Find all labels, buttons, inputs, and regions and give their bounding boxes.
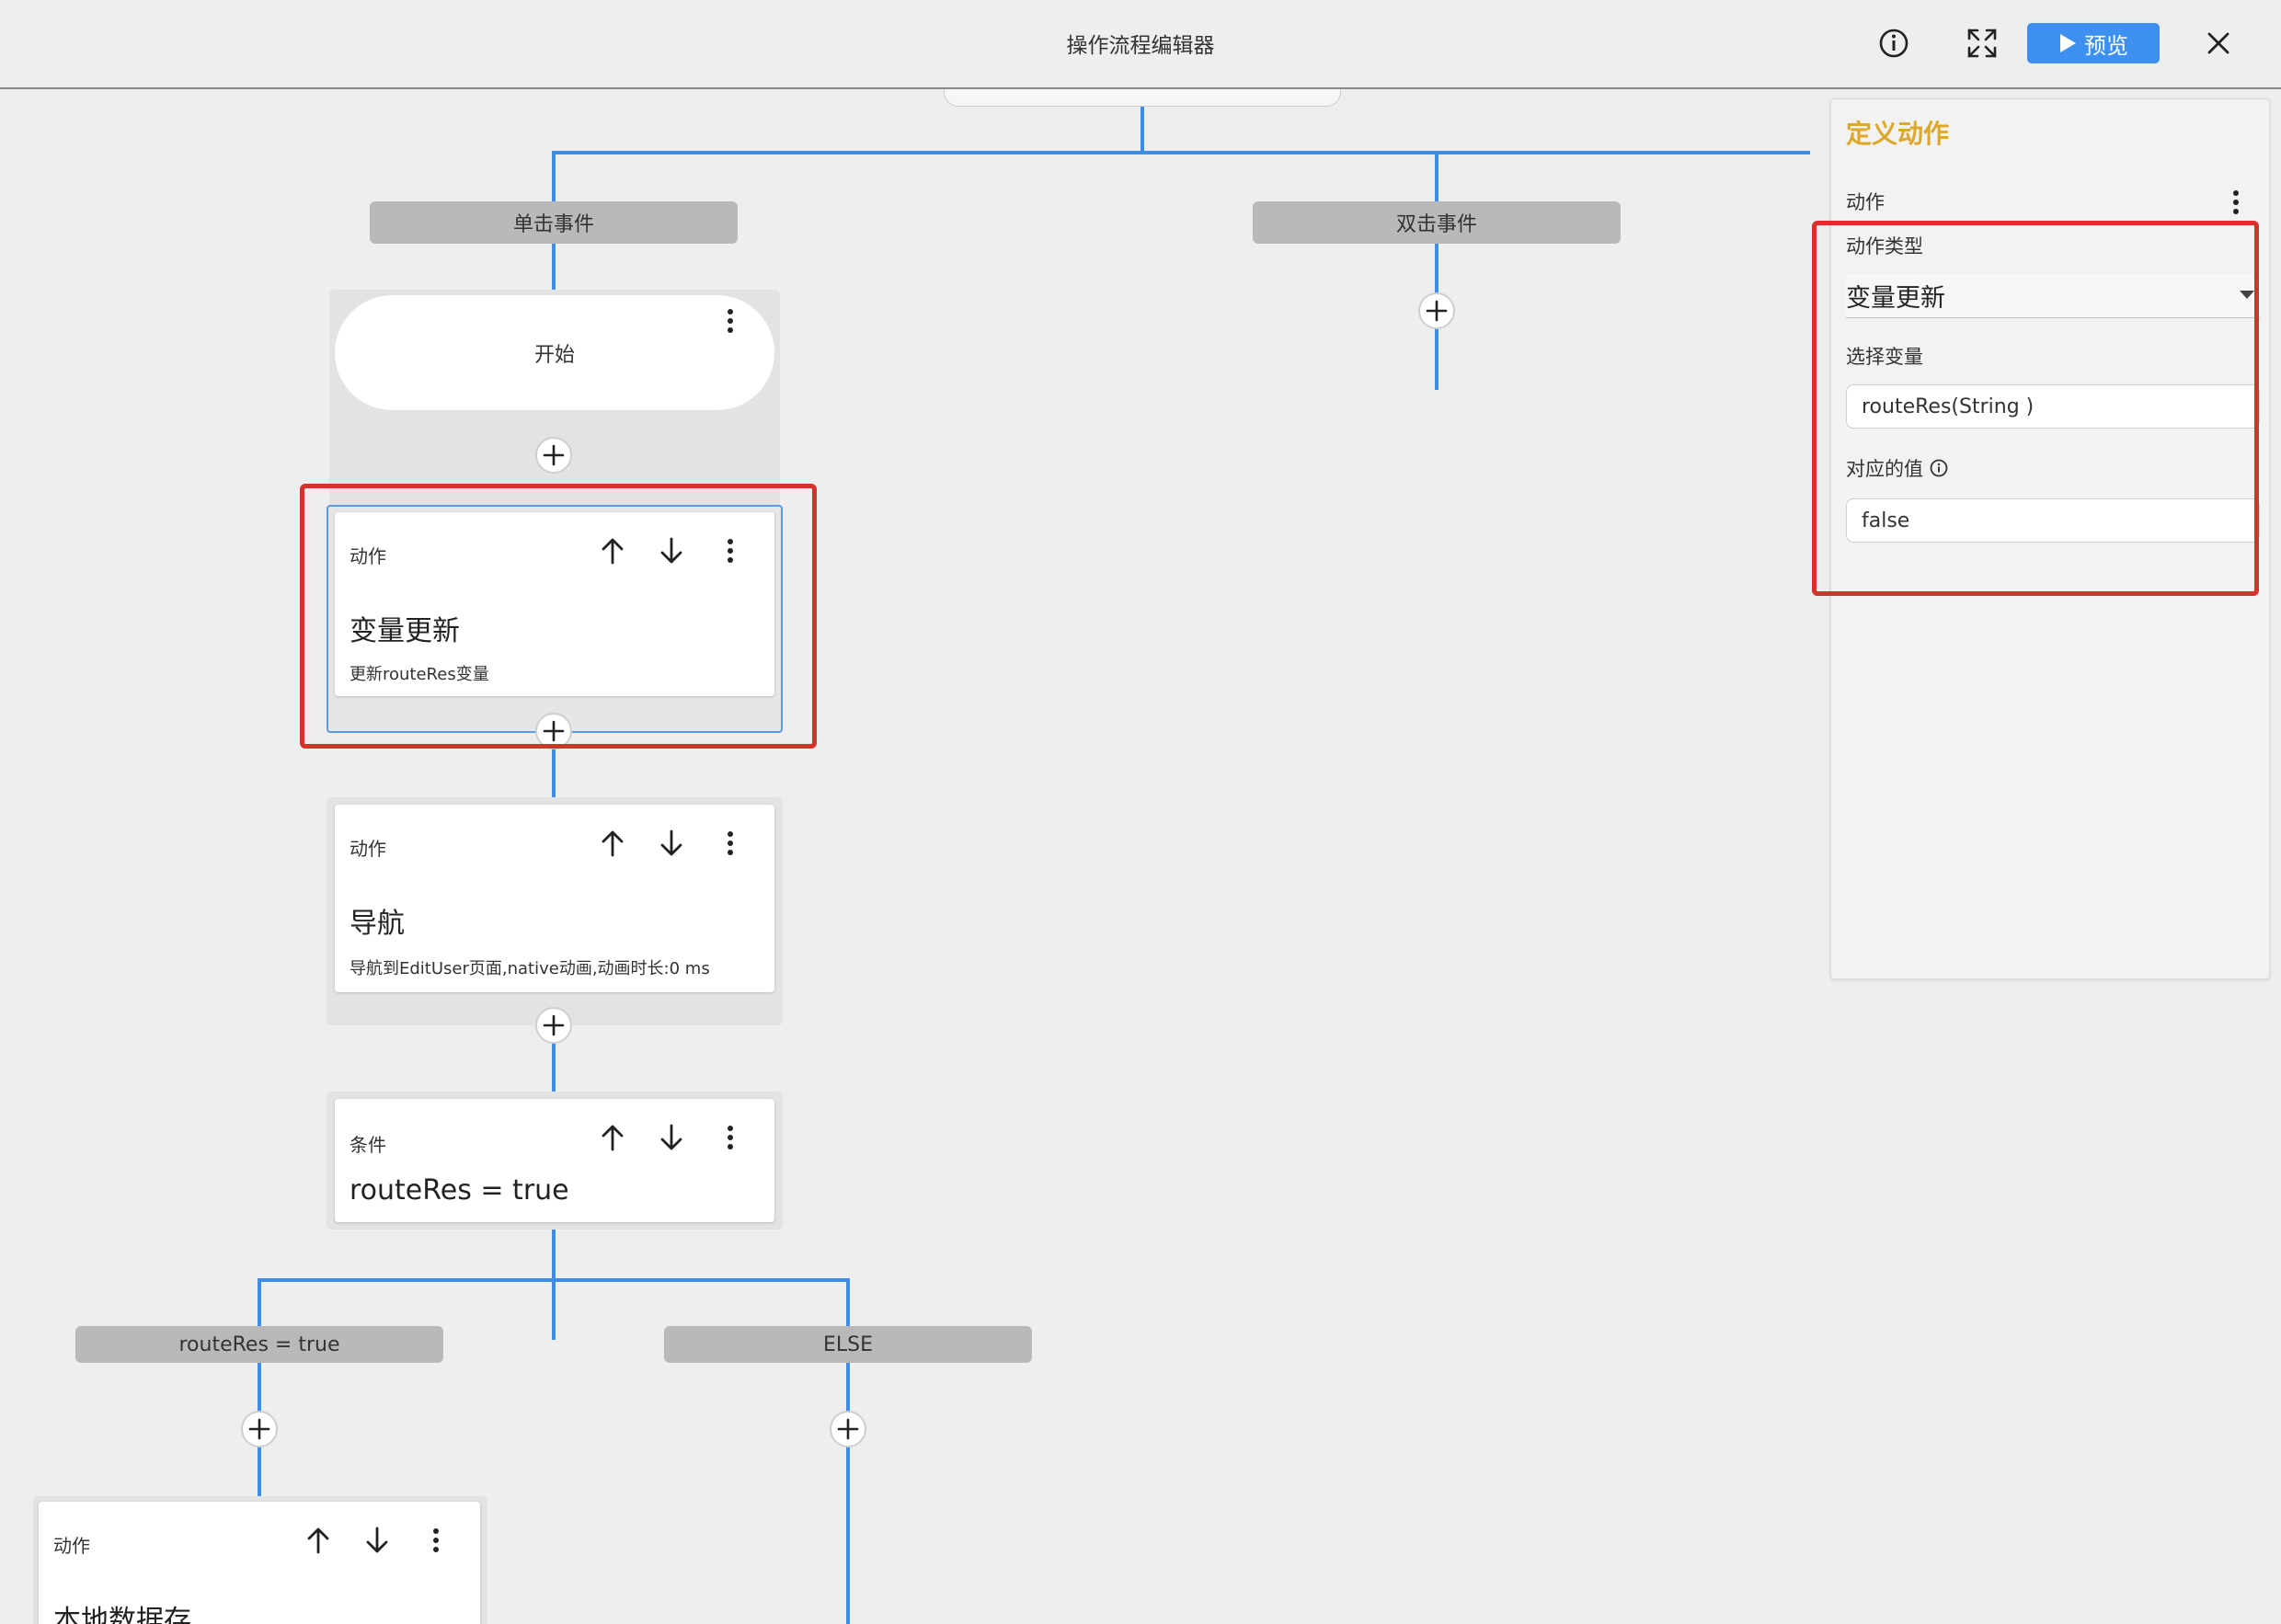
branch-else[interactable]: ELSE xyxy=(664,1326,1032,1363)
highlight-box-node xyxy=(300,484,817,749)
preview-button[interactable]: 预览 xyxy=(2027,23,2160,63)
panel-title: 定义动作 xyxy=(1846,119,1950,149)
arrow-up-icon xyxy=(602,830,624,857)
close-button[interactable] xyxy=(2195,20,2241,66)
action-section-label: 动作 xyxy=(1846,191,1885,213)
plus-icon xyxy=(543,444,565,466)
more-vertical-icon xyxy=(728,309,733,333)
node-description: 导航到EditUser页面,native动画,动画时长:0 ms xyxy=(350,959,710,978)
more-vertical-icon xyxy=(433,1528,439,1552)
condition-expression: routeRes = true xyxy=(350,1174,569,1207)
action-node-local-storage[interactable]: 动作 本地数据存 xyxy=(39,1502,480,1624)
plus-icon xyxy=(248,1418,270,1440)
event-double-click[interactable]: 双击事件 xyxy=(1253,201,1621,244)
add-step-button[interactable] xyxy=(535,437,572,474)
preview-button-label: 预览 xyxy=(2084,32,2128,59)
node-menu-button[interactable] xyxy=(418,1520,454,1561)
node-title: 导航 xyxy=(350,908,405,940)
branch-true-label: routeRes = true xyxy=(178,1332,340,1356)
branch-true[interactable]: routeRes = true xyxy=(75,1326,443,1363)
add-step-button[interactable] xyxy=(1418,292,1455,329)
condition-node[interactable]: 条件 routeRes = true xyxy=(335,1099,774,1222)
close-icon xyxy=(2207,32,2229,54)
start-node-menu-button[interactable] xyxy=(712,301,749,341)
more-vertical-icon xyxy=(2233,190,2239,214)
arrow-down-icon xyxy=(366,1527,388,1553)
flow-canvas[interactable]: 单击事件 双击事件 开始 动作 变量更新 更新routeRes变量 动作 导航 … xyxy=(0,89,1830,1624)
move-down-button[interactable] xyxy=(357,1520,397,1561)
arrow-down-icon xyxy=(660,829,682,856)
move-up-button[interactable] xyxy=(592,1117,633,1158)
start-node[interactable]: 开始 xyxy=(335,295,774,410)
more-vertical-icon xyxy=(728,1126,733,1149)
connector xyxy=(552,151,1810,154)
connector xyxy=(258,1278,850,1282)
arrow-up-icon xyxy=(602,1125,624,1151)
add-step-button[interactable] xyxy=(535,1007,572,1044)
node-kind-label: 动作 xyxy=(350,838,386,860)
panel-menu-button[interactable] xyxy=(2218,182,2254,223)
move-up-button[interactable] xyxy=(592,823,633,863)
info-button[interactable] xyxy=(1871,20,1917,66)
branch-else-label: ELSE xyxy=(822,1332,874,1356)
more-vertical-icon xyxy=(728,831,733,855)
fullscreen-icon xyxy=(1967,29,1997,58)
event-click[interactable]: 单击事件 xyxy=(370,201,738,244)
trigger-node-stub xyxy=(944,89,1341,107)
move-down-button[interactable] xyxy=(651,1117,692,1158)
fullscreen-button[interactable] xyxy=(1959,20,2005,66)
plus-icon xyxy=(543,1014,565,1036)
highlight-box-panel xyxy=(1812,221,2259,596)
node-menu-button[interactable] xyxy=(712,823,749,863)
action-node-navigate[interactable]: 动作 导航 导航到EditUser页面,native动画,动画时长:0 ms xyxy=(335,805,774,992)
event-double-click-label: 双击事件 xyxy=(1395,213,1477,236)
plus-icon xyxy=(837,1418,859,1440)
info-icon xyxy=(1879,29,1908,58)
arrow-down-icon xyxy=(660,1124,682,1150)
top-bar: 操作流程编辑器 预览 xyxy=(0,0,2281,89)
node-menu-button[interactable] xyxy=(712,1117,749,1158)
play-icon xyxy=(2060,34,2076,52)
editor-title: 操作流程编辑器 xyxy=(1066,34,1215,58)
event-click-label: 单击事件 xyxy=(512,213,594,236)
plus-icon xyxy=(1426,300,1448,322)
move-up-button[interactable] xyxy=(298,1520,338,1561)
node-kind-label: 动作 xyxy=(53,1535,90,1557)
node-title: 本地数据存 xyxy=(53,1605,191,1624)
connector xyxy=(1435,151,1439,390)
connector xyxy=(1140,107,1144,153)
add-step-button[interactable] xyxy=(241,1411,278,1447)
arrow-up-icon xyxy=(307,1527,329,1554)
node-kind-label: 条件 xyxy=(350,1134,386,1156)
add-step-button[interactable] xyxy=(830,1411,866,1447)
start-node-label: 开始 xyxy=(533,343,575,367)
move-down-button[interactable] xyxy=(651,823,692,863)
